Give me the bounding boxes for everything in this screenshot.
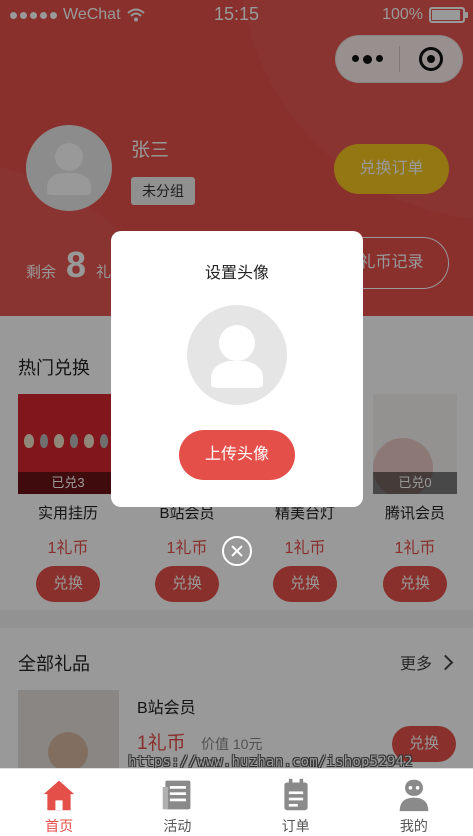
- tab-label: 我的: [399, 818, 428, 834]
- tab-orders[interactable]: 订单: [237, 769, 355, 836]
- avatar-placeholder[interactable]: [187, 305, 287, 405]
- tab-mine[interactable]: 我的: [355, 769, 473, 836]
- close-icon[interactable]: [222, 536, 252, 566]
- tab-label: 订单: [281, 818, 310, 834]
- order-icon: [283, 778, 308, 811]
- upload-avatar-button[interactable]: 上传头像: [179, 430, 295, 480]
- tab-label: 首页: [45, 818, 74, 834]
- set-avatar-dialog: 设置头像 上传头像: [111, 231, 363, 507]
- dialog-title: 设置头像: [204, 265, 269, 282]
- tab-bar: 首页 活动 订单 我的: [0, 768, 473, 836]
- home-icon: [43, 780, 75, 811]
- tab-activity[interactable]: 活动: [118, 769, 236, 836]
- user-icon: [399, 779, 429, 812]
- tab-home[interactable]: 首页: [0, 769, 118, 836]
- tab-label: 活动: [163, 818, 192, 834]
- news-icon: [163, 780, 191, 810]
